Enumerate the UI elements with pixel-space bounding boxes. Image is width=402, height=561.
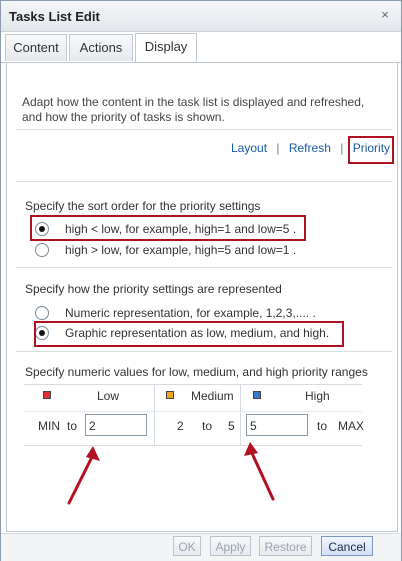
ranges-col-divider-2 bbox=[240, 385, 241, 445]
ranges-col-divider-1 bbox=[154, 385, 155, 445]
max-label: MAX bbox=[338, 419, 365, 433]
radio-unselected[interactable] bbox=[35, 243, 49, 257]
medium-to-label: to bbox=[202, 419, 213, 433]
tab-content[interactable]: Content bbox=[5, 34, 67, 61]
dialog-titlebar: Tasks List Edit × bbox=[1, 1, 401, 32]
tasks-list-edit-dialog: Tasks List Edit × Content Actions Displa… bbox=[0, 0, 402, 561]
radio-unselected[interactable] bbox=[35, 306, 49, 320]
representation-option-highlight bbox=[34, 321, 344, 347]
ranges-top-border bbox=[24, 384, 362, 385]
low-to-input[interactable]: 2 bbox=[85, 414, 147, 436]
separator-links bbox=[16, 181, 392, 182]
annotation-arrow-high bbox=[244, 442, 275, 501]
refresh-link[interactable]: Refresh bbox=[289, 141, 331, 155]
high-to-label: to bbox=[317, 419, 328, 433]
tab-display[interactable]: Display bbox=[135, 33, 197, 62]
display-description: Adapt how the content in the task list i… bbox=[22, 95, 365, 124]
close-icon[interactable]: × bbox=[377, 7, 393, 23]
medium-priority-icon bbox=[166, 391, 174, 399]
ok-button[interactable]: OK bbox=[173, 536, 201, 556]
sort-option-label: high > low, for example, high=5 and low=… bbox=[65, 243, 297, 257]
apply-button[interactable]: Apply bbox=[210, 536, 251, 556]
dialog-footer: OK Apply Restore Cancel bbox=[1, 533, 401, 561]
representation-option-label: Numeric representation, for example, 1,2… bbox=[65, 306, 316, 320]
tab-actions[interactable]: Actions bbox=[69, 34, 133, 61]
low-priority-icon bbox=[43, 391, 51, 399]
sort-option-highlight bbox=[30, 215, 306, 241]
link-separator: | bbox=[340, 141, 344, 155]
priority-link-highlight bbox=[348, 136, 394, 164]
ranges-header-divider bbox=[24, 411, 362, 412]
tab-bar: Content Actions Display bbox=[1, 32, 401, 64]
high-from-input[interactable]: 5 bbox=[246, 414, 308, 436]
min-label: MIN bbox=[38, 419, 60, 433]
separator-representation bbox=[16, 351, 392, 352]
separator-sort bbox=[16, 267, 392, 268]
sort-section-label: Specify the sort order for the priority … bbox=[25, 199, 261, 213]
high-header: High bbox=[305, 389, 330, 403]
dialog-title: Tasks List Edit bbox=[9, 9, 100, 24]
representation-section-label: Specify how the priority settings are re… bbox=[25, 282, 282, 296]
cancel-button[interactable]: Cancel bbox=[321, 536, 373, 556]
ranges-section-label: Specify numeric values for low, medium, … bbox=[25, 365, 368, 379]
medium-header: Medium bbox=[191, 389, 234, 403]
separator-top bbox=[16, 129, 392, 130]
link-separator: | bbox=[276, 141, 280, 155]
medium-to-value: 5 bbox=[228, 419, 235, 433]
low-to-label: to bbox=[67, 419, 78, 433]
medium-from-value: 2 bbox=[177, 419, 184, 433]
high-priority-icon bbox=[253, 391, 261, 399]
low-header: Low bbox=[97, 389, 120, 403]
annotation-arrow-low bbox=[67, 446, 100, 505]
restore-button[interactable]: Restore bbox=[259, 536, 312, 556]
layout-link[interactable]: Layout bbox=[231, 141, 267, 155]
